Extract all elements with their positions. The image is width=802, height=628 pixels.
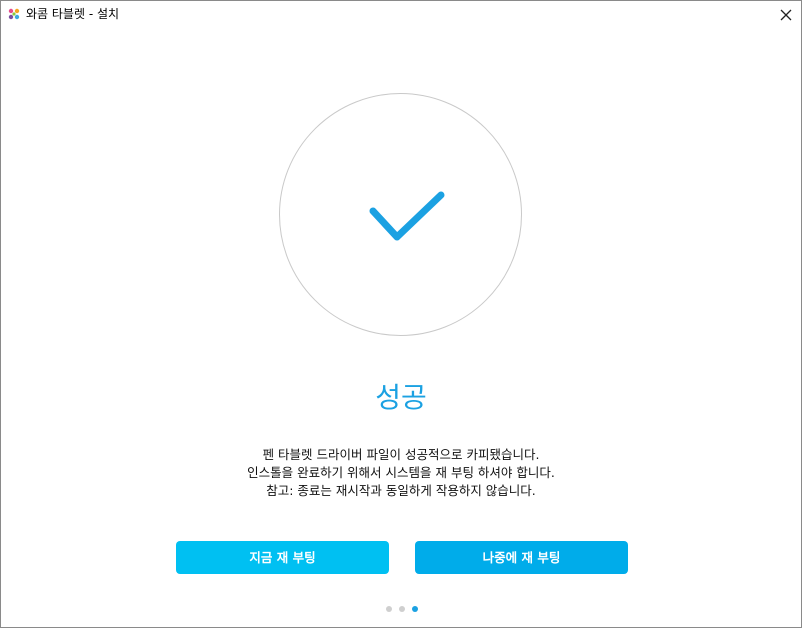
close-icon (780, 9, 792, 21)
close-button[interactable] (771, 1, 801, 29)
message-line: 인스톨을 완료하기 위해서 시스템을 재 부팅 하셔야 합니다. (247, 465, 555, 480)
page-indicator (386, 606, 418, 612)
success-message: 펜 타블렛 드라이버 파일이 성공적으로 카피됐습니다. 인스톨을 완료하기 위… (1, 446, 801, 500)
title-bar: 와콤 타블렛 - 설치 (1, 1, 801, 29)
wacom-logo-icon (8, 8, 20, 20)
message-line: 펜 타블렛 드라이버 파일이 성공적으로 카피됐습니다. (262, 447, 540, 462)
page-dot (386, 606, 392, 612)
restart-later-button[interactable]: 나중에 재 부팅 (415, 541, 628, 574)
page-dot (399, 606, 405, 612)
restart-now-button[interactable]: 지금 재 부팅 (176, 541, 389, 574)
success-heading: 성공 (375, 381, 427, 414)
checkmark-icon (369, 191, 445, 241)
message-line: 참고: 종료는 재시작과 동일하게 작용하지 않습니다. (266, 483, 536, 498)
page-dot-active (412, 606, 418, 612)
installer-window: 와콤 타블렛 - 설치 성공 펜 타블렛 드라이버 파일이 성공적으로 카피됐습… (0, 0, 802, 628)
window-title: 와콤 타블렛 - 설치 (26, 7, 120, 21)
